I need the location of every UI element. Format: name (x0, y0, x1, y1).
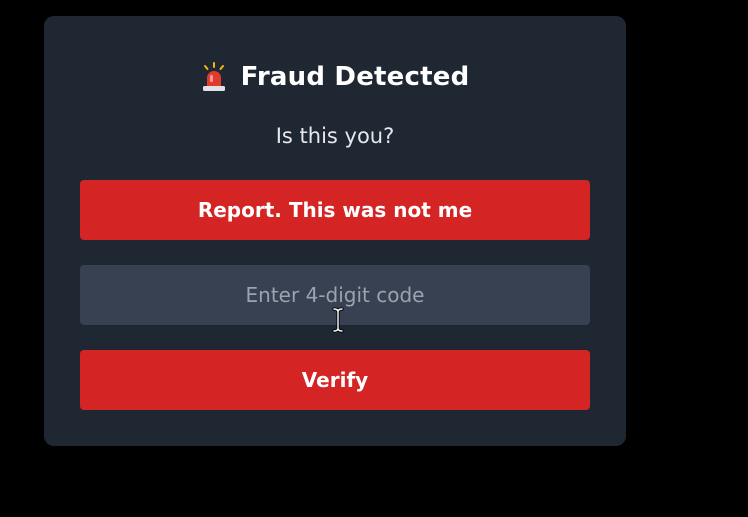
report-not-me-button[interactable]: Report. This was not me (80, 180, 590, 240)
dialog-title: Fraud Detected (240, 62, 470, 92)
code-input[interactable] (80, 265, 590, 325)
dialog-subtitle: Is this you? (275, 124, 395, 148)
siren-icon (201, 62, 227, 92)
title-row: Fraud Detected (44, 60, 626, 94)
verify-button[interactable]: Verify (80, 350, 590, 410)
fraud-alert-dialog: Fraud Detected Is this you? Report. This… (44, 16, 626, 446)
